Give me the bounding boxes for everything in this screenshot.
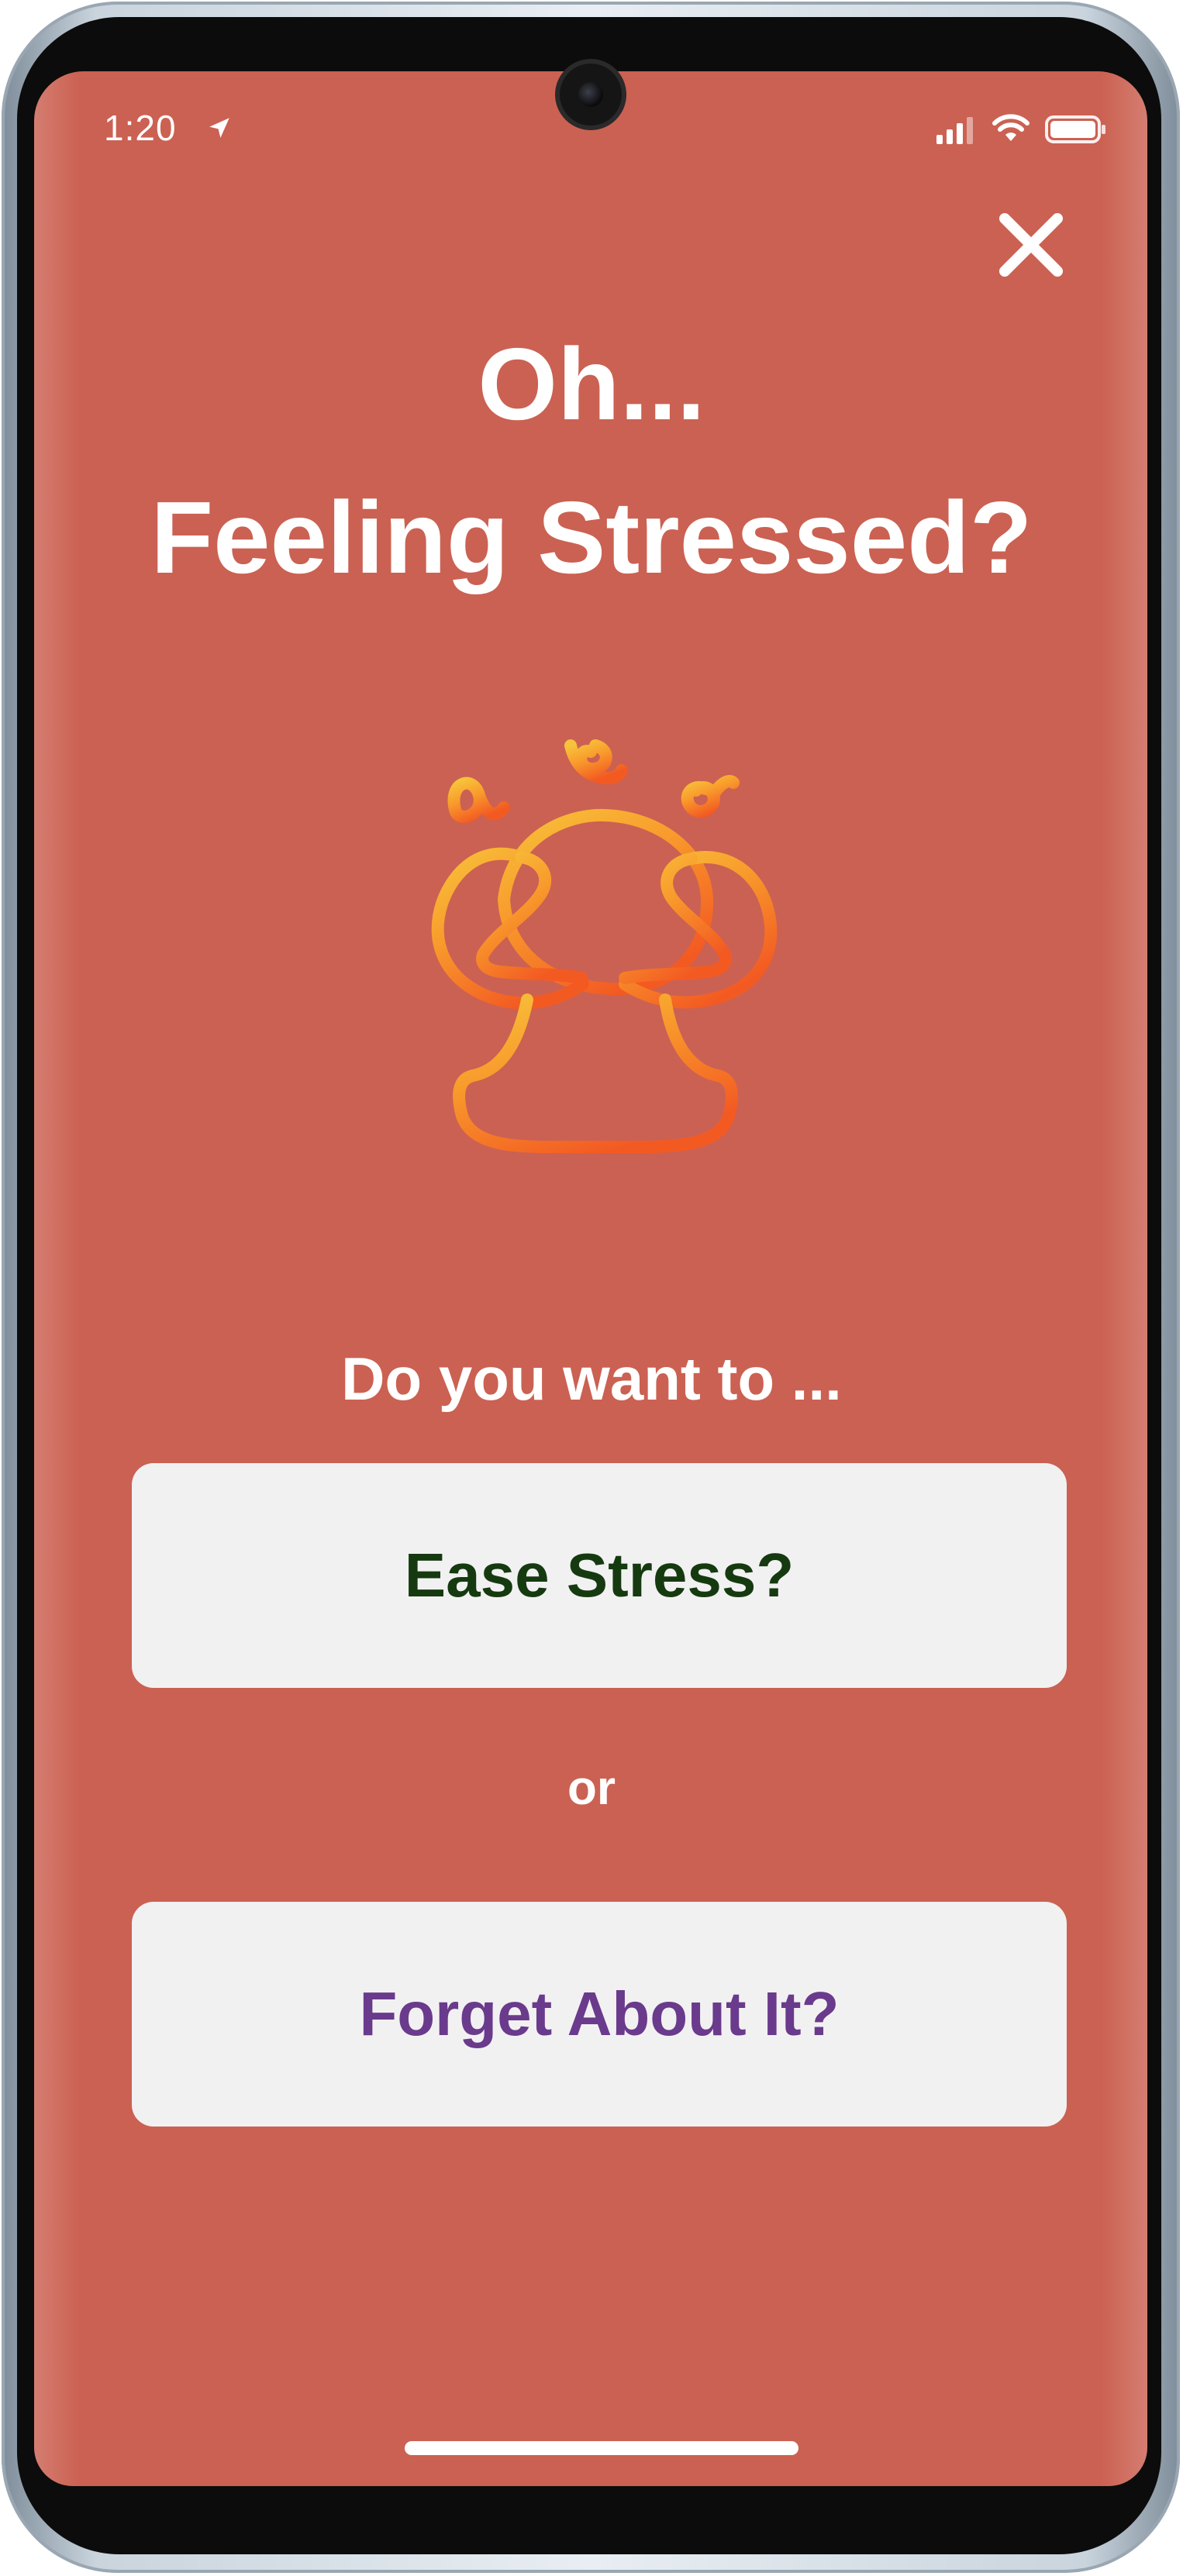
wifi-icon (992, 114, 1030, 141)
forget-about-it-button-label: Forget About It? (359, 1979, 840, 2048)
cellular-signal-icon (936, 117, 973, 144)
page-title-line1: Oh... (478, 327, 705, 441)
front-camera-icon (560, 64, 622, 126)
stressed-person-icon (431, 739, 778, 1153)
or-separator: or (567, 1762, 616, 1815)
ease-stress-button[interactable]: Ease Stress? (132, 1463, 1067, 1688)
ease-stress-button-label: Ease Stress? (404, 1541, 795, 1610)
home-indicator[interactable] (405, 2441, 798, 2455)
location-arrow-icon (209, 118, 229, 138)
status-time: 1:20 (104, 108, 177, 148)
close-icon[interactable] (994, 208, 1068, 282)
battery-icon (1045, 115, 1105, 143)
forget-about-it-button[interactable]: Forget About It? (132, 1902, 1067, 2127)
prompt-text: Do you want to ... (341, 1345, 842, 1413)
page-title-line2: Feeling Stressed? (150, 480, 1033, 594)
